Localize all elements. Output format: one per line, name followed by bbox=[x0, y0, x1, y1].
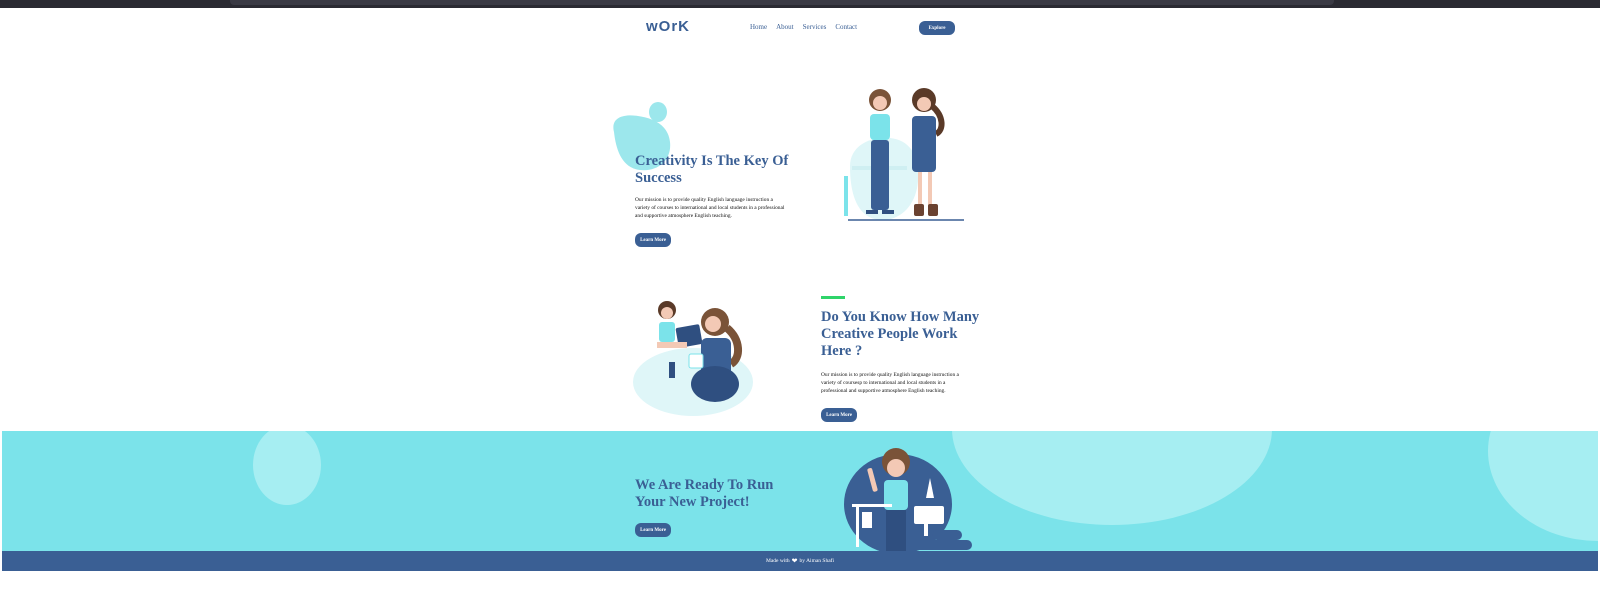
logo[interactable]: wOrK bbox=[646, 18, 690, 35]
footer-made-with: Made with bbox=[765, 558, 790, 564]
hero-title: Creativity Is The Key Of Success bbox=[635, 153, 789, 186]
browser-top-bar bbox=[0, 0, 1600, 8]
nav-home[interactable]: Home bbox=[750, 23, 767, 31]
browser-tab-strip bbox=[230, 0, 1334, 5]
explore-button[interactable]: Explore bbox=[919, 21, 955, 35]
about-text: Our mission is to provide quality Englis… bbox=[821, 372, 959, 394]
cta-title: We Are Ready To Run Your New Project! bbox=[635, 477, 774, 510]
nav-contact[interactable]: Contact bbox=[835, 23, 857, 31]
waving-woman-illustration bbox=[844, 448, 972, 558]
heart-icon: ❤ bbox=[791, 557, 798, 565]
hero-text: Our mission is to provide quality Englis… bbox=[635, 197, 785, 219]
about-learn-more-button[interactable]: Learn More bbox=[821, 408, 857, 422]
footer-author: by Aiman Shafi bbox=[799, 558, 835, 564]
footer: Made with ❤ by Aiman Shafi bbox=[2, 551, 1598, 571]
cta-learn-more-button[interactable]: Learn More bbox=[635, 523, 671, 537]
nav-about[interactable]: About bbox=[776, 23, 794, 31]
accent-bar bbox=[821, 296, 845, 299]
about-title: Do You Know How Many Creative People Wor… bbox=[821, 309, 980, 359]
hero-learn-more-button[interactable]: Learn More bbox=[635, 233, 671, 247]
main-nav: Home About Services Contact bbox=[750, 23, 857, 31]
two-women-illustration bbox=[844, 88, 964, 221]
team-illustration bbox=[633, 301, 753, 416]
nav-services[interactable]: Services bbox=[803, 23, 827, 31]
